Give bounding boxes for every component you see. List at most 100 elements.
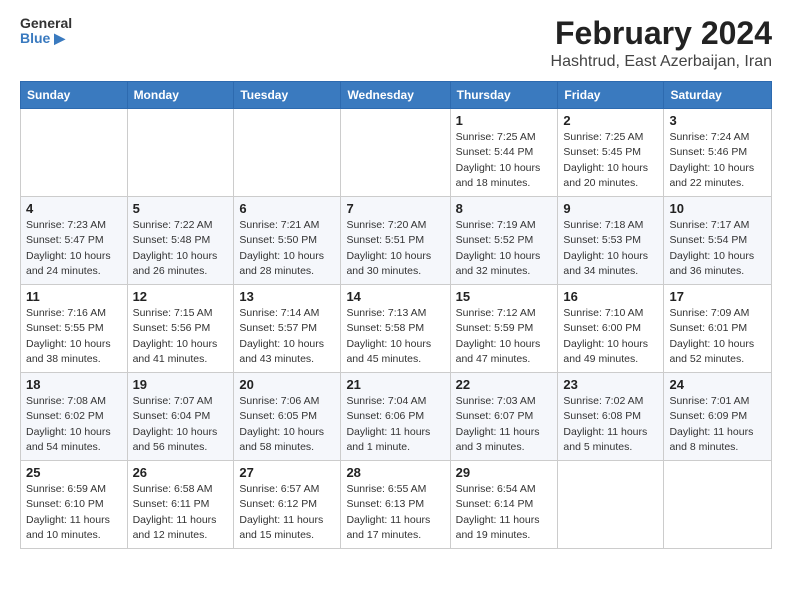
table-row: 29Sunrise: 6:54 AM Sunset: 6:14 PM Dayli… <box>450 461 558 549</box>
day-number: 5 <box>133 201 229 216</box>
day-detail: Sunrise: 7:07 AM Sunset: 6:04 PM Dayligh… <box>133 394 229 455</box>
table-row: 19 Sunrise: 7:07 AM Sunset: 6:04 PM Dayli… <box>127 373 234 461</box>
day-detail: Sunrise: 6:58 AM Sunset: 6:11 PM Dayligh… <box>133 482 229 543</box>
logo-blue: Blue ▶ <box>20 31 72 46</box>
table-row: 18 Sunrise: 7:08 AM Sunset: 6:02 PM Dayli… <box>21 373 128 461</box>
day-detail: Sunrise: 7:24 AM Sunset: 5:46 PM Dayligh… <box>669 130 766 191</box>
main-title: February 2024 <box>551 16 772 51</box>
day-number: 17 <box>669 289 766 304</box>
table-row: 22 Sunrise: 7:03 AM Sunset: 6:07 PM Dayli… <box>450 373 558 461</box>
calendar-header-row: Sunday Monday Tuesday Wednesday Thursday… <box>21 82 772 109</box>
day-detail: Sunrise: 7:08 AM Sunset: 6:02 PM Dayligh… <box>26 394 122 455</box>
day-number: 24 <box>669 377 766 392</box>
calendar-week-row: 1 Sunrise: 7:25 AM Sunset: 5:44 PM Daylig… <box>21 109 772 197</box>
table-row: 25 Sunrise: 6:59 AM Sunset: 6:10 PM Dayli… <box>21 461 128 549</box>
table-row <box>341 109 450 197</box>
day-number: 3 <box>669 113 766 128</box>
day-number: 21 <box>346 377 444 392</box>
table-row <box>21 109 128 197</box>
day-number: 14 <box>346 289 444 304</box>
day-number: 19 <box>133 377 229 392</box>
table-row <box>127 109 234 197</box>
day-number: 26 <box>133 465 229 480</box>
day-detail: Sunrise: 7:20 AM Sunset: 5:51 PM Dayligh… <box>346 218 444 279</box>
calendar-week-row: 4Sunrise: 7:23 AM Sunset: 5:47 PM Daylig… <box>21 197 772 285</box>
day-number: 18 <box>26 377 122 392</box>
day-number: 16 <box>563 289 658 304</box>
calendar-week-row: 25 Sunrise: 6:59 AM Sunset: 6:10 PM Dayli… <box>21 461 772 549</box>
subtitle: Hashtrud, East Azerbaijan, Iran <box>551 53 772 71</box>
table-row <box>234 109 341 197</box>
day-number: 13 <box>239 289 335 304</box>
table-row <box>664 461 772 549</box>
table-row: 28 Sunrise: 6:55 AM Sunset: 6:13 PM Dayli… <box>341 461 450 549</box>
day-number: 15 <box>456 289 553 304</box>
day-detail: Sunrise: 6:55 AM Sunset: 6:13 PM Dayligh… <box>346 482 444 543</box>
day-detail: Sunrise: 7:01 AM Sunset: 6:09 PM Dayligh… <box>669 394 766 455</box>
table-row: 17 Sunrise: 7:09 AM Sunset: 6:01 PM Dayli… <box>664 285 772 373</box>
logo-general: General <box>20 16 72 31</box>
day-detail: Sunrise: 7:04 AM Sunset: 6:06 PM Dayligh… <box>346 394 444 455</box>
day-number: 9 <box>563 201 658 216</box>
day-detail: Sunrise: 6:59 AM Sunset: 6:10 PM Dayligh… <box>26 482 122 543</box>
table-row: 13 Sunrise: 7:14 AM Sunset: 5:57 PM Dayli… <box>234 285 341 373</box>
logo: General Blue ▶ <box>20 16 72 47</box>
table-row: 20 Sunrise: 7:06 AM Sunset: 6:05 PM Dayli… <box>234 373 341 461</box>
day-number: 25 <box>26 465 122 480</box>
table-row: 21 Sunrise: 7:04 AM Sunset: 6:06 PM Dayli… <box>341 373 450 461</box>
table-row: 9 Sunrise: 7:18 AM Sunset: 5:53 PM Daylig… <box>558 197 664 285</box>
table-row: 4Sunrise: 7:23 AM Sunset: 5:47 PM Daylig… <box>21 197 128 285</box>
day-number: 22 <box>456 377 553 392</box>
day-number: 11 <box>26 289 122 304</box>
table-row: 12 Sunrise: 7:15 AM Sunset: 5:56 PM Dayli… <box>127 285 234 373</box>
table-row: 11Sunrise: 7:16 AM Sunset: 5:55 PM Dayli… <box>21 285 128 373</box>
day-number: 2 <box>563 113 658 128</box>
calendar-page: General Blue ▶ February 2024 Hashtrud, E… <box>0 0 792 612</box>
table-row: 10 Sunrise: 7:17 AM Sunset: 5:54 PM Dayli… <box>664 197 772 285</box>
day-detail: Sunrise: 7:14 AM Sunset: 5:57 PM Dayligh… <box>239 306 335 367</box>
table-row: 27Sunrise: 6:57 AM Sunset: 6:12 PM Dayli… <box>234 461 341 549</box>
day-number: 7 <box>346 201 444 216</box>
day-detail: Sunrise: 7:23 AM Sunset: 5:47 PM Dayligh… <box>26 218 122 279</box>
day-detail: Sunrise: 7:18 AM Sunset: 5:53 PM Dayligh… <box>563 218 658 279</box>
header: General Blue ▶ February 2024 Hashtrud, E… <box>20 16 772 71</box>
col-tuesday: Tuesday <box>234 82 341 109</box>
title-block: February 2024 Hashtrud, East Azerbaijan,… <box>551 16 772 71</box>
table-row: 2Sunrise: 7:25 AM Sunset: 5:45 PM Daylig… <box>558 109 664 197</box>
day-detail: Sunrise: 6:57 AM Sunset: 6:12 PM Dayligh… <box>239 482 335 543</box>
table-row: 5 Sunrise: 7:22 AM Sunset: 5:48 PM Daylig… <box>127 197 234 285</box>
table-row: 3 Sunrise: 7:24 AM Sunset: 5:46 PM Daylig… <box>664 109 772 197</box>
table-row: 7 Sunrise: 7:20 AM Sunset: 5:51 PM Daylig… <box>341 197 450 285</box>
day-detail: Sunrise: 7:21 AM Sunset: 5:50 PM Dayligh… <box>239 218 335 279</box>
day-detail: Sunrise: 7:15 AM Sunset: 5:56 PM Dayligh… <box>133 306 229 367</box>
table-row: 26 Sunrise: 6:58 AM Sunset: 6:11 PM Dayli… <box>127 461 234 549</box>
day-detail: Sunrise: 7:06 AM Sunset: 6:05 PM Dayligh… <box>239 394 335 455</box>
table-row: 24 Sunrise: 7:01 AM Sunset: 6:09 PM Dayli… <box>664 373 772 461</box>
day-detail: Sunrise: 7:10 AM Sunset: 6:00 PM Dayligh… <box>563 306 658 367</box>
day-detail: Sunrise: 7:22 AM Sunset: 5:48 PM Dayligh… <box>133 218 229 279</box>
col-thursday: Thursday <box>450 82 558 109</box>
day-number: 8 <box>456 201 553 216</box>
table-row <box>558 461 664 549</box>
table-row: 1 Sunrise: 7:25 AM Sunset: 5:44 PM Daylig… <box>450 109 558 197</box>
day-number: 10 <box>669 201 766 216</box>
calendar-week-row: 11Sunrise: 7:16 AM Sunset: 5:55 PM Dayli… <box>21 285 772 373</box>
day-number: 20 <box>239 377 335 392</box>
calendar-week-row: 18 Sunrise: 7:08 AM Sunset: 6:02 PM Dayli… <box>21 373 772 461</box>
day-number: 12 <box>133 289 229 304</box>
day-number: 23 <box>563 377 658 392</box>
day-detail: Sunrise: 7:19 AM Sunset: 5:52 PM Dayligh… <box>456 218 553 279</box>
day-number: 6 <box>239 201 335 216</box>
day-detail: Sunrise: 6:54 AM Sunset: 6:14 PM Dayligh… <box>456 482 553 543</box>
table-row: 15Sunrise: 7:12 AM Sunset: 5:59 PM Dayli… <box>450 285 558 373</box>
day-number: 28 <box>346 465 444 480</box>
col-wednesday: Wednesday <box>341 82 450 109</box>
day-detail: Sunrise: 7:03 AM Sunset: 6:07 PM Dayligh… <box>456 394 553 455</box>
day-detail: Sunrise: 7:25 AM Sunset: 5:44 PM Dayligh… <box>456 130 553 191</box>
col-saturday: Saturday <box>664 82 772 109</box>
col-friday: Friday <box>558 82 664 109</box>
day-detail: Sunrise: 7:17 AM Sunset: 5:54 PM Dayligh… <box>669 218 766 279</box>
col-monday: Monday <box>127 82 234 109</box>
day-detail: Sunrise: 7:09 AM Sunset: 6:01 PM Dayligh… <box>669 306 766 367</box>
day-number: 1 <box>456 113 553 128</box>
